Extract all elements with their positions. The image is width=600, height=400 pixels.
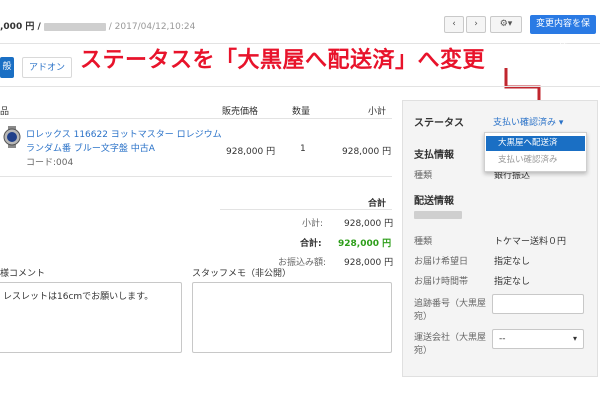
status-dropdown-menu: 大黒屋へ配送済 支払い確認済み [484, 132, 587, 172]
delivery-time-value: 指定なし [494, 277, 531, 287]
tab-addon[interactable]: アドオン [22, 57, 72, 78]
next-button[interactable]: › [466, 16, 486, 33]
table-row: ロレックス 116622 ヨットマスター ロレジウム ランダム番 ブルー文字盤 … [0, 122, 392, 174]
product-price: 928,000 円 [226, 147, 276, 157]
table-divider [0, 118, 392, 119]
tracking-label-line2: 宛） [414, 312, 433, 322]
total-value: 928,000 円 [338, 239, 392, 249]
tab-general[interactable]: 般 [0, 57, 14, 78]
staff-memo-field[interactable] [192, 282, 392, 353]
table-divider-bottom [0, 176, 392, 177]
delivery-time-label: お届け時間帯 [414, 277, 469, 287]
subtotal-value: 928,000 円 [344, 219, 394, 229]
staff-memo-label: スタッフメモ（非公開） [192, 269, 292, 279]
shipping-type-value: トケマー送料０円 [494, 237, 567, 247]
annotation-text: ステータスを「大黒屋へ配送済」へ変更 [80, 48, 486, 73]
shipping-blurred [414, 210, 462, 219]
customer-comment-label: 様コメント [0, 269, 46, 279]
carrier-label-line2: 宛） [414, 346, 433, 356]
status-option-daikokuya-shipped[interactable]: 大黒屋へ配送済 [486, 136, 585, 151]
caret-down-icon: ▾ [556, 118, 564, 128]
customer-comment-field[interactable]: レスレットは16cmでお願いします。 [0, 282, 182, 353]
shipping-type-label: 種類 [414, 237, 433, 247]
totals-heading: 合計 [368, 199, 387, 209]
col-header-subtotal: 小計 [368, 107, 387, 117]
shipping-heading: 配送情報 [414, 196, 454, 207]
subtotal-label: 小計: [302, 219, 324, 229]
chevron-left-icon: ‹ [452, 19, 456, 29]
carrier-select-value: -- [499, 334, 506, 344]
order-date: / 2017/04/12,10:24 [108, 22, 196, 32]
chevron-right-icon: › [474, 19, 478, 29]
order-summary: ,000 円 / / 2017/04/12,10:24 [0, 19, 195, 32]
tracking-number-input[interactable] [492, 294, 584, 314]
customer-comment-text: レスレットは16cmでお願いします。 [3, 292, 154, 302]
status-label: ステータス [414, 118, 464, 129]
col-header-item: 品 [0, 107, 10, 117]
tracking-label-line1: 追跡番号（大黒屋 [414, 299, 487, 309]
gear-icon: ⚙▾ [499, 19, 513, 29]
delivery-date-value: 指定なし [494, 257, 531, 267]
col-header-qty: 数量 [292, 107, 311, 117]
caret-down-icon: ▾ [572, 334, 577, 343]
total-label: 合計: [300, 239, 322, 249]
watch-thumbnail [3, 126, 21, 148]
status-select-value: 支払い確認済み [493, 118, 557, 128]
product-name-line1[interactable]: ロレックス 116622 ヨットマスター ロレジウム [26, 127, 222, 140]
carrier-label-line1: 運送会社（大黒屋 [414, 333, 487, 343]
divider [0, 86, 600, 87]
product-qty: 1 [300, 144, 306, 154]
blurred-text [43, 22, 106, 31]
status-select[interactable]: 支払い確認済み ▾ [493, 115, 563, 128]
settings-button[interactable]: ⚙▾ [490, 16, 522, 33]
carrier-select[interactable]: -- ▾ [492, 329, 584, 349]
save-button[interactable]: 変更内容を保存 [530, 15, 596, 48]
status-option-payment-confirmed[interactable]: 支払い確認済み [486, 153, 585, 168]
col-header-price: 販売価格 [222, 107, 259, 117]
product-name-line2[interactable]: ランダム番 ブルー文字盤 中古A [26, 141, 155, 154]
totals-divider [220, 209, 392, 210]
payment-type-label: 種類 [414, 171, 433, 181]
blurred-text [414, 210, 462, 219]
payment-heading: 支払情報 [414, 150, 454, 161]
paid-value: 928,000 円 [344, 258, 394, 268]
price-prefix: ,000 円 / [0, 22, 44, 32]
product-code: コード:004 [26, 158, 74, 168]
product-subtotal: 928,000 円 [342, 147, 392, 157]
delivery-date-label: お届け希望日 [414, 257, 469, 267]
prev-button[interactable]: ‹ [444, 16, 464, 33]
